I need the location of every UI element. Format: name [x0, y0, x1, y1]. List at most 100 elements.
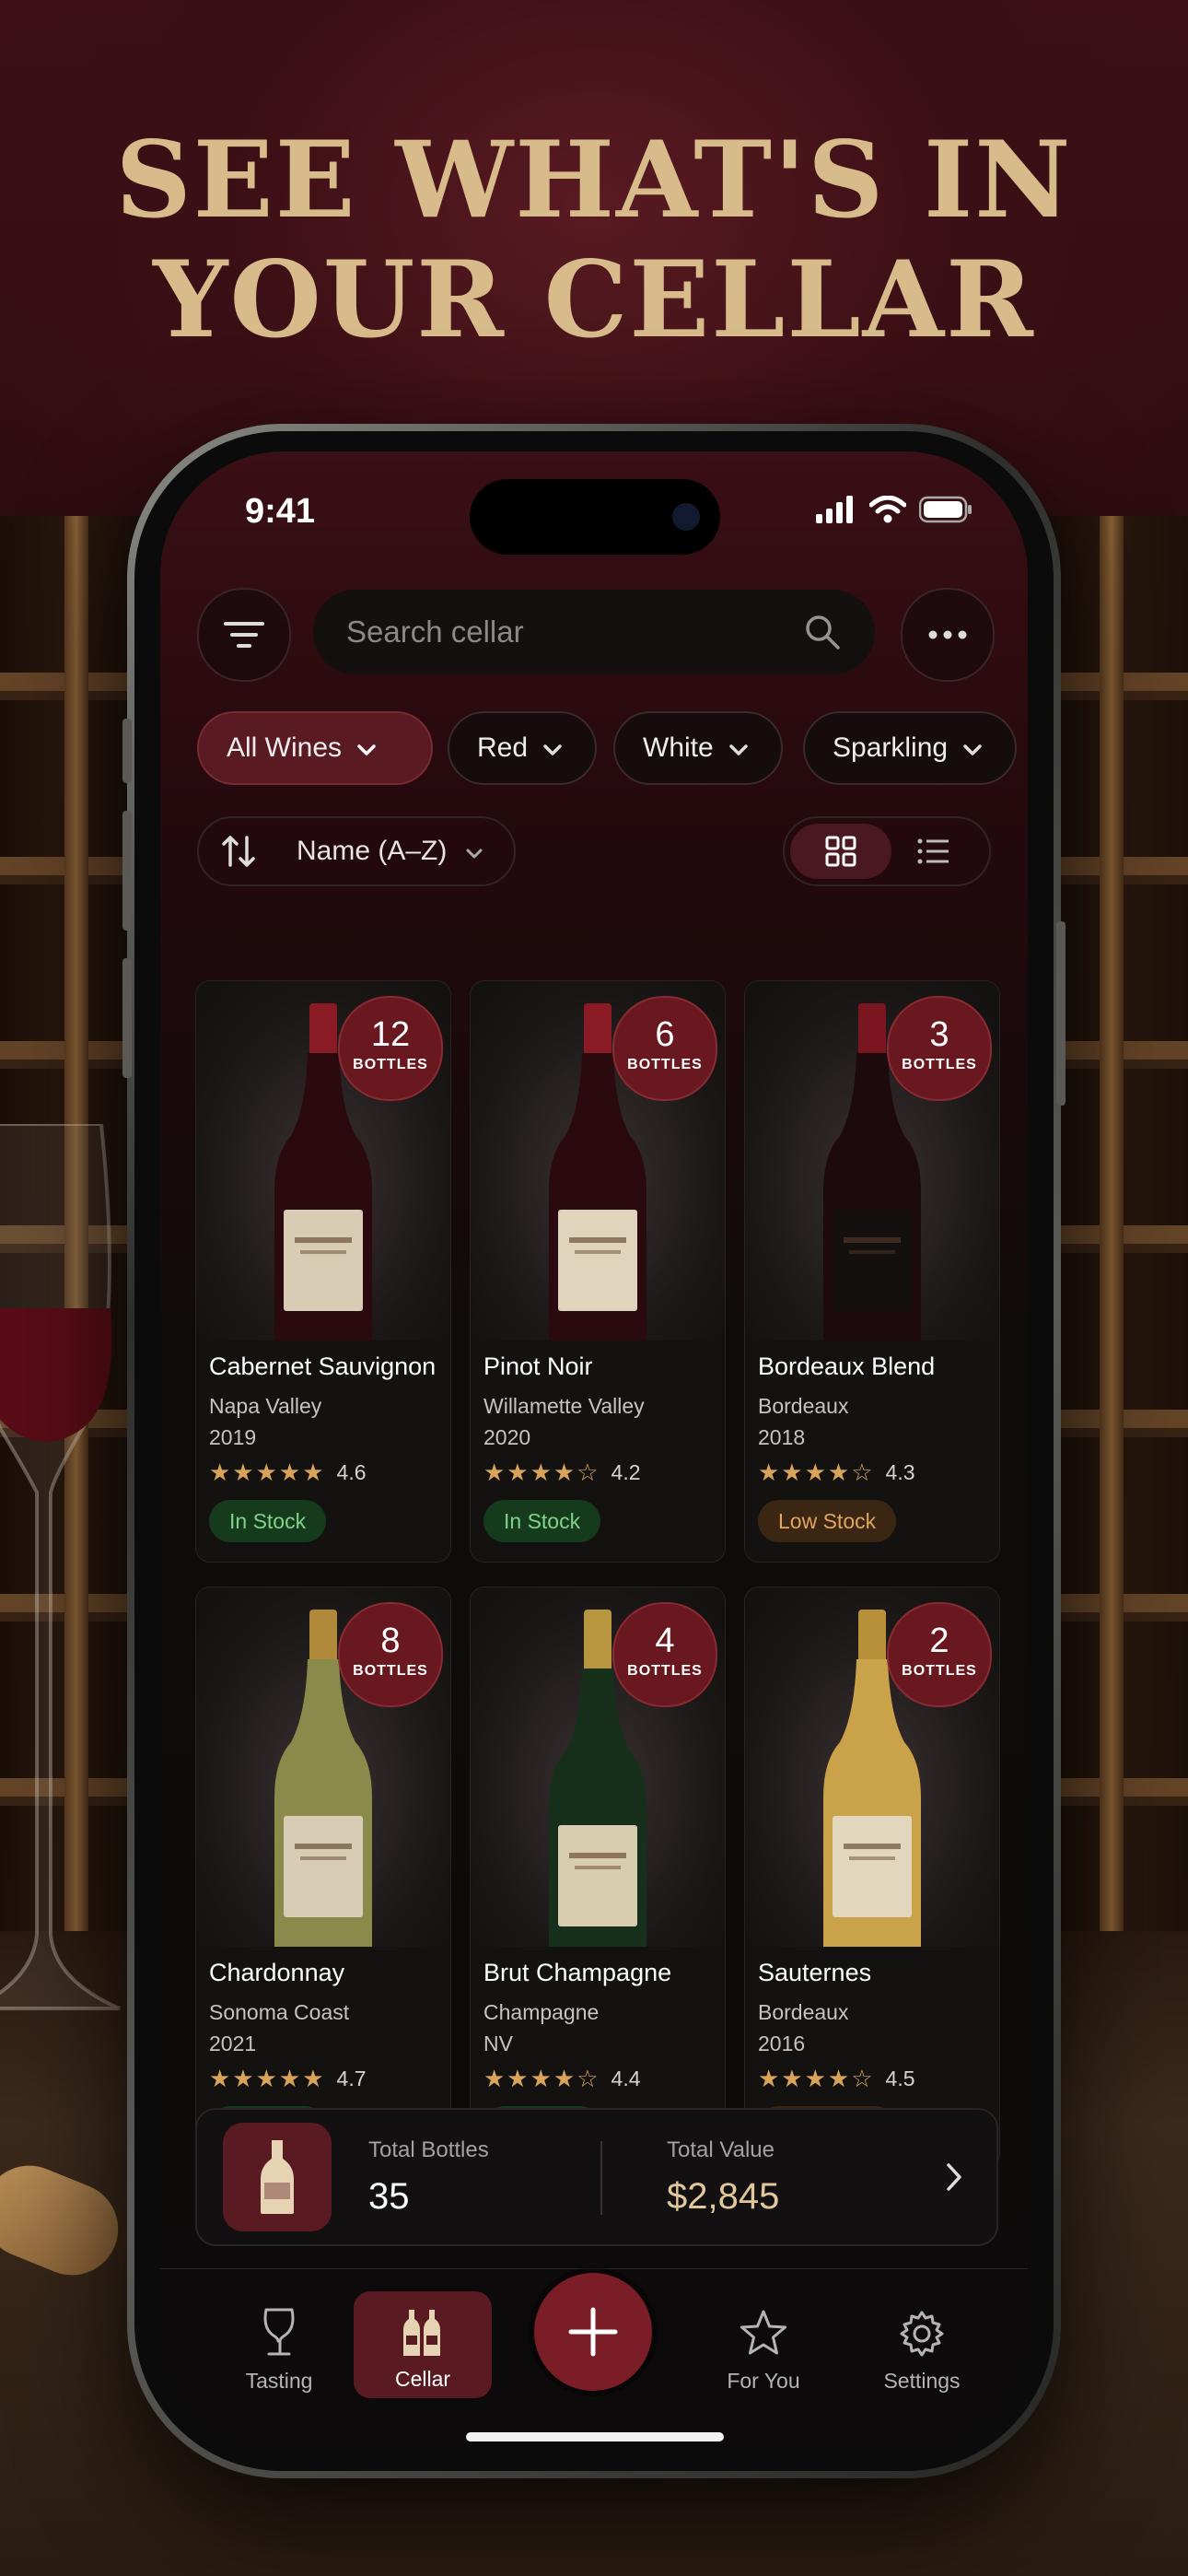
total-bottles-value: 35 — [368, 2176, 410, 2217]
tab-tasting[interactable]: Tasting — [210, 2306, 348, 2394]
camera-dot — [672, 503, 700, 531]
bottle-count-badge: 6 BOTTLES — [612, 996, 717, 1101]
bottle-count: 6 — [655, 1015, 675, 1054]
filter-icon — [224, 622, 264, 648]
tab-settings[interactable]: Settings — [853, 2306, 991, 2394]
wine-vintage: 2018 — [758, 1425, 806, 1449]
bottle-count-unit: BOTTLES — [353, 1057, 428, 1072]
list-view-button[interactable] — [888, 824, 980, 879]
chip-white[interactable]: White — [613, 711, 783, 785]
chevron-down-icon — [356, 732, 377, 764]
wine-region: Champagne — [483, 2000, 600, 2024]
wine-card[interactable]: 3 BOTTLES Bordeaux Blend Bordeaux 2018 ★… — [744, 980, 1000, 1563]
wine-bottle-image: 12 BOTTLES — [196, 981, 450, 1341]
dynamic-island — [470, 479, 720, 555]
wine-vintage: NV — [483, 2032, 513, 2055]
total-value-label: Total Value — [667, 2137, 775, 2162]
wine-card[interactable]: 6 BOTTLES Pinot Noir Willamette Valley 2… — [470, 980, 726, 1563]
star-icon — [694, 2306, 833, 2361]
wine-bottle-image: 2 BOTTLES — [745, 1587, 999, 1947]
rack-post — [1100, 516, 1124, 2082]
wine-glass-image — [0, 1124, 121, 2010]
rating-value: 4.7 — [336, 2067, 367, 2090]
rating: ★★★★☆ 4.4 — [483, 2065, 716, 2093]
chevron-down-icon — [728, 732, 749, 764]
wine-name: Chardonnay — [209, 1959, 345, 1986]
wine-glass-icon — [210, 2306, 348, 2361]
tab-cellar[interactable]: Cellar — [354, 2291, 492, 2398]
chevron-down-icon — [465, 836, 483, 867]
headline-line-2: YOUR CELLAR — [153, 238, 1035, 361]
rating: ★★★★☆ 4.3 — [758, 1458, 990, 1487]
wine-vintage: 2019 — [209, 1425, 257, 1449]
more-options-button[interactable] — [901, 588, 995, 682]
tab-label: Cellar — [394, 2367, 451, 2391]
stock-badge: In Stock — [209, 1500, 327, 1542]
wine-card-body: Pinot Noir Willamette Valley 2020 ★★★★☆ … — [483, 1350, 716, 1542]
search-input[interactable]: Search cellar — [313, 590, 875, 674]
bottle-count-unit: BOTTLES — [353, 1663, 428, 1679]
sort-label: Name (A–Z) — [297, 836, 448, 866]
wine-region: Napa Valley — [209, 1394, 322, 1418]
home-indicator — [466, 2432, 724, 2441]
bottle-count-badge: 8 BOTTLES — [338, 1602, 443, 1707]
rating-value: 4.3 — [885, 1460, 915, 1484]
chip-all-wines[interactable]: All Wines — [197, 711, 433, 785]
chip-label: Sparkling — [833, 732, 949, 763]
chip-label: White — [643, 732, 714, 763]
tab-label: For You — [727, 2369, 800, 2393]
divider — [600, 2141, 602, 2215]
grid-view-button[interactable] — [790, 824, 891, 879]
status-icons — [816, 496, 973, 523]
phone-side-button — [1056, 921, 1066, 1106]
wine-region: Bordeaux — [758, 2000, 849, 2024]
wine-region: Willamette Valley — [483, 1394, 645, 1418]
bottle-count: 12 — [370, 1015, 411, 1054]
wine-card-body: Bordeaux Blend Bordeaux 2018 ★★★★☆ 4.3 L… — [758, 1350, 990, 1542]
bottle-count-badge: 4 BOTTLES — [612, 1602, 717, 1707]
bottle-count: 8 — [380, 1622, 401, 1660]
wine-vintage: 2016 — [758, 2032, 806, 2055]
list-icon — [917, 838, 949, 864]
bottle-count-unit: BOTTLES — [902, 1057, 977, 1072]
rating: ★★★★☆ 4.5 — [758, 2065, 990, 2093]
wine-card[interactable]: 12 BOTTLES Cabernet Sauvignon Napa Valle… — [195, 980, 451, 1563]
wine-card[interactable]: 4 BOTTLES Brut Champagne Champagne NV ★★… — [470, 1587, 726, 2169]
rating-stars: ★★★★☆ — [758, 1458, 875, 1486]
plus-icon — [568, 2307, 618, 2357]
tab-for-you[interactable]: For You — [694, 2306, 833, 2394]
bottle-count-unit: BOTTLES — [627, 1663, 703, 1679]
wine-card[interactable]: 8 BOTTLES Chardonnay Sonoma Coast 2021 ★… — [195, 1587, 451, 2169]
add-wine-button[interactable] — [534, 2273, 652, 2391]
gear-icon — [853, 2306, 991, 2361]
wine-card-body: Cabernet Sauvignon Napa Valley 2019 ★★★★… — [209, 1350, 441, 1542]
sort-dropdown[interactable]: Name (A–Z) — [197, 816, 516, 886]
rating-value: 4.4 — [611, 2067, 641, 2090]
wine-card[interactable]: 2 BOTTLES Sauternes Bordeaux 2016 ★★★★☆ … — [744, 1587, 1000, 2169]
search-icon[interactable] — [803, 613, 842, 651]
rating-stars: ★★★★☆ — [483, 1458, 600, 1486]
chip-sparkling[interactable]: Sparkling — [803, 711, 1017, 785]
search-placeholder: Search cellar — [346, 615, 524, 649]
bottle-count-badge: 12 BOTTLES — [338, 996, 443, 1101]
phone-side-button — [122, 719, 132, 783]
wine-bottle-image: 3 BOTTLES — [745, 981, 999, 1341]
bottle-count: 2 — [929, 1622, 949, 1660]
cellar-summary[interactable]: Total Bottles 35 Total Value $2,845 — [195, 2108, 998, 2246]
filter-button[interactable] — [197, 588, 291, 682]
wifi-icon — [869, 496, 906, 523]
sort-icon — [222, 836, 255, 867]
tab-bar: Tasting Cellar For You Settings — [160, 2268, 1028, 2451]
headline-line-1: SEE WHAT'S IN — [115, 118, 1073, 241]
rating-stars: ★★★★☆ — [483, 2065, 600, 2092]
rating-value: 4.2 — [611, 1460, 641, 1484]
chip-red[interactable]: Red — [448, 711, 597, 785]
chevron-down-icon — [962, 732, 983, 764]
battery-icon — [919, 496, 972, 523]
wine-name: Pinot Noir — [483, 1352, 593, 1380]
bottle-icon — [223, 2123, 332, 2231]
signal-icon — [816, 496, 853, 523]
rating: ★★★★☆ 4.2 — [483, 1458, 716, 1487]
wine-name: Cabernet Sauvignon — [209, 1352, 437, 1380]
view-toggle — [783, 816, 991, 886]
